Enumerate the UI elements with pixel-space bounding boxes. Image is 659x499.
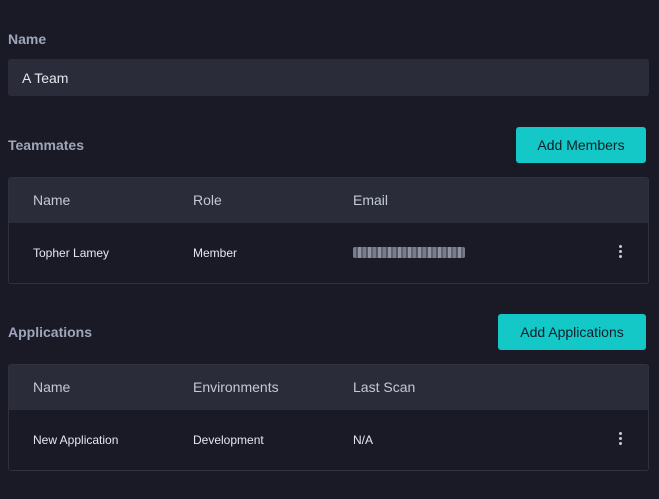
application-environment: Development: [193, 433, 264, 447]
team-settings-page: Name Teammates Add Members Name Role Ema…: [0, 0, 659, 499]
column-header-role: Role: [193, 192, 222, 208]
applications-title: Applications: [8, 324, 93, 340]
applications-table-header: Name Environments Last Scan: [9, 365, 648, 410]
add-members-button[interactable]: Add Members: [516, 127, 646, 163]
application-name[interactable]: New Application: [33, 410, 118, 470]
column-header-last-scan: Last Scan: [353, 379, 416, 395]
column-header-environments: Environments: [193, 379, 279, 395]
column-header-name: Name: [33, 379, 71, 395]
applications-table: Name Environments Last Scan New Applicat…: [8, 364, 649, 471]
teammates-table: Name Role Email Topher Lamey Member: [8, 177, 649, 284]
add-applications-button[interactable]: Add Applications: [498, 314, 646, 350]
more-vertical-icon[interactable]: [616, 244, 624, 262]
table-row[interactable]: Topher Lamey Member: [9, 223, 648, 283]
teammate-role: Member: [193, 246, 238, 260]
name-label: Name: [8, 31, 47, 47]
table-row[interactable]: New Application Development N/A: [9, 410, 648, 470]
more-vertical-icon[interactable]: [616, 431, 624, 449]
column-header-name: Name: [33, 192, 71, 208]
teammates-table-header: Name Role Email: [9, 178, 648, 223]
teammate-email-redacted: [353, 247, 465, 258]
teammate-name: Topher Lamey: [33, 246, 110, 260]
column-header-email: Email: [353, 192, 389, 208]
application-last-scan: N/A: [353, 433, 374, 447]
team-name-input[interactable]: [8, 59, 649, 96]
teammates-title: Teammates: [8, 137, 85, 153]
